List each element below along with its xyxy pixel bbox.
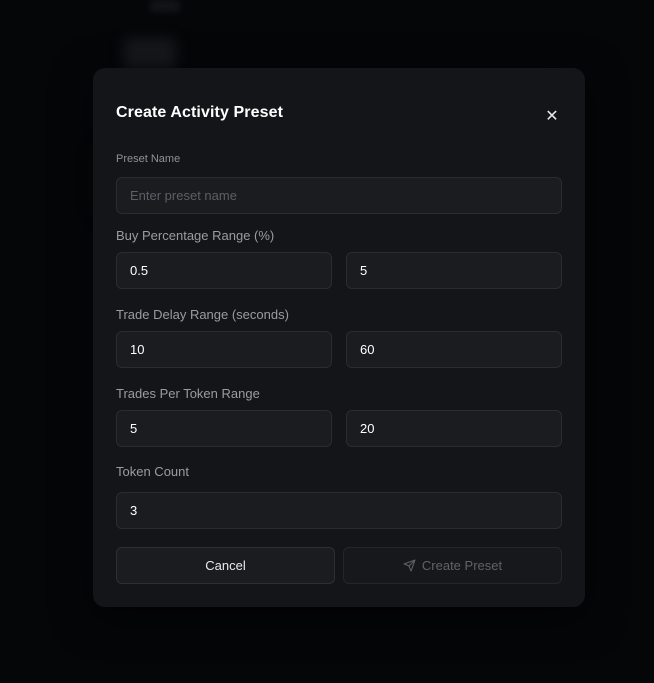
token-count-label: Token Count (116, 464, 189, 479)
create-activity-preset-dialog: Create Activity Preset ✕ Preset Name Ent… (93, 68, 585, 607)
trades-per-token-max-input[interactable]: 20 (346, 410, 562, 447)
cancel-button[interactable]: Cancel (116, 547, 335, 584)
background-element (124, 38, 176, 70)
trades-per-token-min-value: 5 (130, 421, 138, 436)
dialog-title: Create Activity Preset (116, 104, 284, 121)
preset-name-input[interactable]: Enter preset name (116, 177, 562, 214)
buy-percentage-label: Buy Percentage Range (%) (116, 228, 275, 243)
trade-delay-max-value: 60 (360, 342, 375, 357)
close-button[interactable]: ✕ (542, 106, 562, 126)
close-icon: ✕ (545, 108, 559, 125)
trade-delay-label: Trade Delay Range (seconds) (116, 307, 289, 322)
buy-percentage-min-input[interactable]: 0.5 (116, 252, 332, 289)
create-preset-button-label: Create Preset (421, 558, 503, 573)
token-count-input[interactable]: 3 (116, 492, 562, 529)
cancel-button-label: Cancel (205, 558, 246, 573)
trade-delay-max-input[interactable]: 60 (346, 331, 562, 368)
send-icon (403, 559, 416, 572)
trade-delay-min-input[interactable]: 10 (116, 331, 332, 368)
trade-delay-min-value: 10 (130, 342, 145, 357)
background-element (150, 0, 180, 12)
buy-percentage-max-input[interactable]: 5 (346, 252, 562, 289)
trades-per-token-min-input[interactable]: 5 (116, 410, 332, 447)
buy-percentage-min-value: 0.5 (130, 263, 149, 278)
preset-name-label: Preset Name (116, 153, 181, 165)
create-preset-button[interactable]: Create Preset (343, 547, 562, 584)
trades-per-token-max-value: 20 (360, 421, 375, 436)
trades-per-token-label: Trades Per Token Range (116, 386, 260, 401)
buy-percentage-max-value: 5 (360, 263, 368, 278)
token-count-value: 3 (130, 503, 138, 518)
preset-name-placeholder: Enter preset name (130, 188, 237, 203)
